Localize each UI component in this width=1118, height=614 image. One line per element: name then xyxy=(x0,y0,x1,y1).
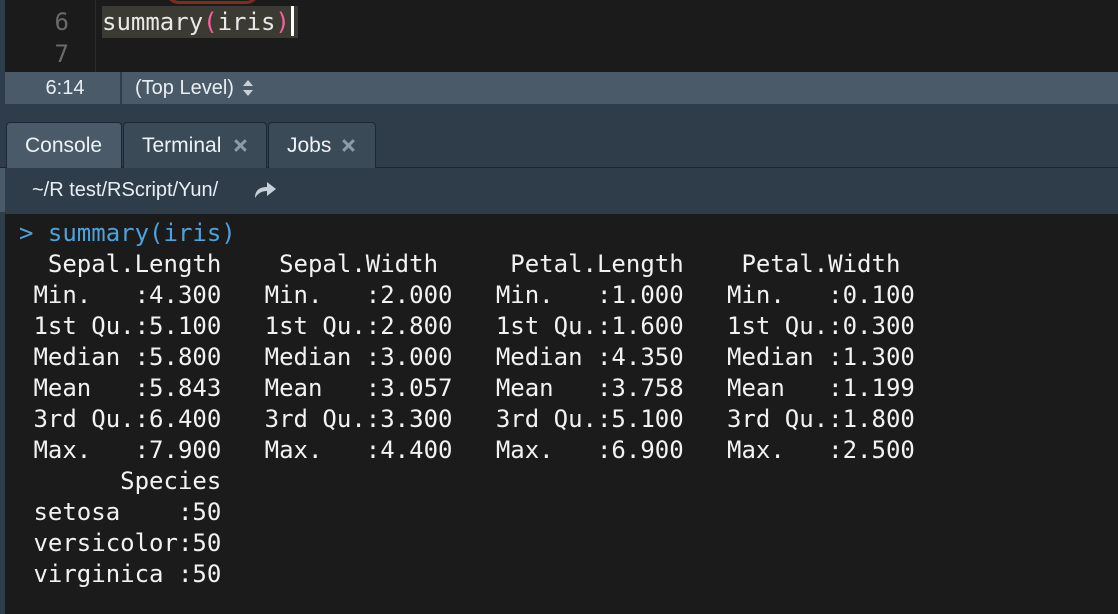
console-output-line: Max. :7.900 Max. :4.400 Max. :6.900 Max.… xyxy=(19,436,944,464)
close-icon[interactable] xyxy=(341,138,356,153)
console-output-line: versicolor:50 xyxy=(19,529,251,557)
console-output-line: Species xyxy=(19,467,251,495)
line-number: 7 xyxy=(54,40,69,68)
rstudio-window: 6 7 summary(iris) 6:14 (Top Level) Conso… xyxy=(0,0,1118,614)
close-icon[interactable] xyxy=(233,138,248,153)
console-pane-tabs: Console Terminal Jobs xyxy=(0,120,1118,170)
line-number-gutter: 6 7 xyxy=(10,0,96,72)
pane-divider[interactable] xyxy=(0,106,1118,120)
scope-selector[interactable]: (Top Level) xyxy=(135,72,254,104)
text-cursor xyxy=(290,6,294,36)
goto-directory-icon[interactable] xyxy=(252,179,278,201)
console-output-line: Min. :4.300 Min. :2.000 Min. :1.000 Min.… xyxy=(19,281,944,309)
tab-terminal[interactable]: Terminal xyxy=(123,122,267,168)
tab-console[interactable]: Console xyxy=(6,122,122,170)
code-paren-open: ( xyxy=(203,8,218,36)
code-function: summary xyxy=(102,8,204,36)
up-down-arrows-icon xyxy=(242,78,254,98)
scope-label: (Top Level) xyxy=(135,77,234,99)
tab-label: Jobs xyxy=(287,134,332,157)
line-number: 6 xyxy=(54,8,69,36)
working-directory-path: ~/R test/RScript/Yun/ xyxy=(32,179,219,201)
tab-label: Terminal xyxy=(142,134,222,157)
working-directory-bar: ~/R test/RScript/Yun/ xyxy=(0,168,1118,212)
console-input-line: > summary(iris) xyxy=(19,218,236,249)
console-command: summary(iris) xyxy=(47,219,236,247)
tab-jobs[interactable]: Jobs xyxy=(268,122,376,168)
console-output-line: Sepal.Length Sepal.Width Petal.Length Pe… xyxy=(19,250,944,278)
cursor-position: 6:14 xyxy=(10,72,122,104)
console-output-line: Median :5.800 Median :3.000 Median :4.35… xyxy=(19,343,944,371)
console-output-line: virginica :50 xyxy=(19,560,251,588)
code-line-current[interactable]: summary(iris) xyxy=(102,6,298,38)
console-output[interactable]: > summary(iris) Sepal.Length Sepal.Width… xyxy=(0,212,1118,614)
console-output-line: Mean :5.843 Mean :3.057 Mean :3.758 Mean… xyxy=(19,374,944,402)
console-output-line: 3rd Qu.:6.400 3rd Qu.:3.300 3rd Qu.:5.10… xyxy=(19,405,944,433)
console-output-line: setosa :50 xyxy=(19,498,251,526)
code-argument: iris xyxy=(217,8,276,36)
tab-label: Console xyxy=(25,134,103,157)
editor-status-bar: 6:14 (Top Level) xyxy=(0,72,1118,106)
previous-line-fragment xyxy=(165,0,260,4)
source-editor[interactable]: 6 7 summary(iris) xyxy=(0,0,1118,72)
code-paren-close: ) xyxy=(275,8,290,36)
console-prompt: > xyxy=(19,219,34,247)
console-output-line: 1st Qu.:5.100 1st Qu.:2.800 1st Qu.:1.60… xyxy=(19,312,944,340)
